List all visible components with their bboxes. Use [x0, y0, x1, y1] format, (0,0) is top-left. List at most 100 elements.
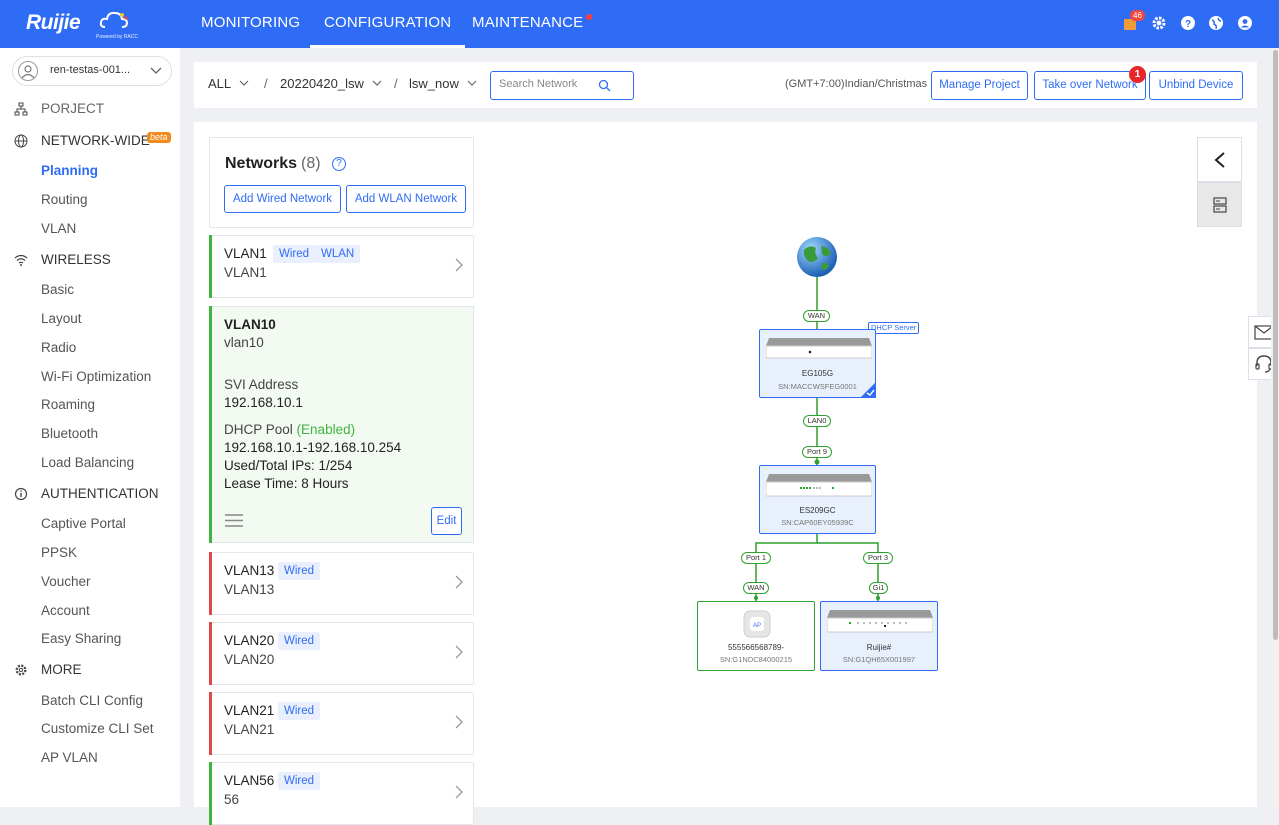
globe-language-icon[interactable] — [1208, 15, 1224, 31]
switch2-device-card[interactable]: Ruijie# SN:G1QH65X001997 — [820, 601, 938, 671]
sidebar-item-customize-cli[interactable]: Customize CLI Set — [41, 721, 154, 736]
switch-device-card[interactable]: ES209GC SN:CAP60EY05939C — [759, 465, 876, 534]
svi-address-value: 192.168.10.1 — [224, 395, 303, 410]
nav-monitoring[interactable]: MONITORING — [201, 0, 300, 48]
nav-maintenance[interactable]: MAINTENANCE — [472, 0, 593, 48]
sidebar-item-voucher[interactable]: Voucher — [41, 574, 91, 589]
sidebar-item-planning[interactable]: Planning — [41, 163, 98, 178]
breadcrumb-separator: / — [264, 76, 268, 91]
switch-device-icon — [827, 610, 933, 633]
wired-tag: Wired — [278, 772, 321, 790]
wlan-tag: WLAN — [315, 245, 361, 263]
router-device-icon — [766, 338, 872, 359]
search-icon[interactable] — [598, 79, 611, 92]
sidebar-item-easy-sharing[interactable]: Easy Sharing — [41, 631, 121, 646]
notification-box-icon[interactable]: 46 — [1122, 10, 1145, 31]
vlan-name: VLAN21 — [224, 703, 275, 718]
vlan-card-vlan21[interactable]: VLAN21 Wired VLAN21 — [209, 692, 474, 755]
selected-check-icon — [860, 382, 876, 398]
collapse-panel-button[interactable] — [1197, 137, 1242, 182]
switch-device-icon — [766, 474, 872, 497]
access-point-card[interactable]: AP 555566568789- SN:G1NDC84000215 — [697, 601, 815, 671]
search-input[interactable] — [499, 78, 599, 90]
ruijie-logo[interactable]: Ruijie Powered by RACC — [26, 9, 138, 41]
sidebar-item-roaming[interactable]: Roaming — [41, 397, 95, 412]
add-wired-network-button[interactable]: Add Wired Network — [224, 185, 341, 213]
help-icon[interactable]: ? — [1180, 15, 1196, 31]
gateway-device-card[interactable]: EG105G SN:MACCWSFEG0001 — [759, 329, 876, 398]
breadcrumb-all[interactable]: ALL — [208, 76, 250, 91]
sidebar-item-basic[interactable]: Basic — [41, 282, 74, 297]
beta-badge: beta — [147, 132, 171, 143]
add-wlan-network-button[interactable]: Add WLAN Network — [346, 185, 466, 213]
section-authentication-label: AUTHENTICATION — [41, 486, 159, 501]
sitemap-icon — [14, 102, 28, 116]
internet-globe-icon[interactable] — [796, 236, 838, 278]
port3-label: Port 3 — [863, 552, 893, 564]
status-bar — [209, 622, 212, 685]
wan-port-label: WAN — [803, 310, 830, 322]
device-serial: SN:G1QH65X001997 — [842, 655, 916, 664]
status-bar — [209, 235, 212, 298]
sidebar-item-ap-vlan[interactable]: AP VLAN — [41, 750, 98, 765]
sidebar-item-layout[interactable]: Layout — [41, 311, 82, 326]
breadcrumb-project[interactable]: 20220420_lsw — [280, 76, 383, 91]
nav-configuration[interactable]: CONFIGURATION — [309, 0, 466, 48]
status-bar — [209, 306, 212, 543]
manage-project-button[interactable]: Manage Project — [931, 71, 1028, 100]
sidebar-item-batch-cli[interactable]: Batch CLI Config — [41, 693, 143, 708]
vlan-card-vlan10-expanded: VLAN10 vlan10 SVI Address 192.168.10.1 D… — [209, 306, 474, 543]
device-name: EG105G — [801, 369, 834, 378]
sidebar-item-bluetooth[interactable]: Bluetooth — [41, 426, 98, 441]
breadcrumb-network[interactable]: lsw_now — [409, 76, 478, 91]
svg-text:AP: AP — [753, 623, 761, 629]
vlan-card-vlan1[interactable]: VLAN1 Wired WLAN VLAN1 — [209, 235, 474, 298]
scrollbar-thumb[interactable] — [1273, 50, 1278, 640]
vlan-card-vlan56[interactable]: VLAN56 Wired 56 — [209, 762, 474, 825]
breadcrumb-all-label: ALL — [208, 76, 231, 91]
sidebar-item-vlan[interactable]: VLAN — [41, 221, 76, 236]
sidebar-item-captive-portal[interactable]: Captive Portal — [41, 516, 126, 531]
wired-tag: Wired — [278, 702, 321, 720]
vlan-subname: vlan10 — [224, 335, 264, 350]
access-point-icon: AP — [743, 610, 771, 638]
chevron-right-icon — [455, 715, 463, 729]
help-circle-icon[interactable]: ? — [332, 157, 346, 171]
server-list-icon — [1213, 197, 1227, 213]
vlan-name: VLAN20 — [224, 633, 275, 648]
user-account-icon[interactable] — [1237, 15, 1253, 31]
top-bar: Ruijie Powered by RACC MONITORING CONFIG… — [0, 0, 1279, 48]
sidebar-item-radio[interactable]: Radio — [41, 340, 76, 355]
user-selector[interactable]: ren-testas-001... — [12, 56, 172, 86]
device-list-button[interactable] — [1197, 182, 1242, 227]
unbind-device-button[interactable]: Unbind Device — [1149, 71, 1243, 100]
wired-tag: Wired — [278, 562, 321, 580]
sidebar-item-ppsk[interactable]: PPSK — [41, 545, 77, 560]
sidebar-item-load-balancing[interactable]: Load Balancing — [41, 455, 134, 470]
sidebar-item-account[interactable]: Account — [41, 603, 90, 618]
chevron-right-icon — [455, 785, 463, 799]
globe-icon — [14, 134, 28, 148]
alert-dot — [586, 14, 593, 20]
device-serial: SN:CAP60EY05939C — [781, 518, 854, 527]
nav-maintenance-label: MAINTENANCE — [472, 14, 584, 31]
chevron-right-icon — [455, 258, 463, 272]
vlan-name: VLAN1 — [224, 246, 267, 261]
vlan-card-vlan13[interactable]: VLAN13 Wired VLAN13 — [209, 552, 474, 615]
vlan-subname: VLAN21 — [224, 722, 275, 737]
svi-address-label: SVI Address — [224, 377, 299, 392]
user-name: ren-testas-001... — [50, 64, 131, 76]
section-more-label: MORE — [41, 662, 82, 677]
search-network[interactable] — [490, 71, 634, 100]
port9-label: Port 9 — [802, 446, 832, 458]
chevron-right-icon — [455, 645, 463, 659]
gear-icon[interactable] — [1151, 15, 1167, 31]
sidebar-item-wifi-optimization[interactable]: Wi-Fi Optimization — [41, 369, 151, 384]
section-network-wide-label: NETWORK-WIDE — [41, 133, 150, 148]
vlan-subname: VLAN20 — [224, 652, 275, 667]
sidebar-item-routing[interactable]: Routing — [41, 192, 88, 207]
edit-button[interactable]: Edit — [431, 507, 462, 535]
vlan-card-vlan20[interactable]: VLAN20 Wired VLAN20 — [209, 622, 474, 685]
menu-drag-icon[interactable] — [225, 514, 243, 527]
status-bar — [209, 552, 212, 615]
